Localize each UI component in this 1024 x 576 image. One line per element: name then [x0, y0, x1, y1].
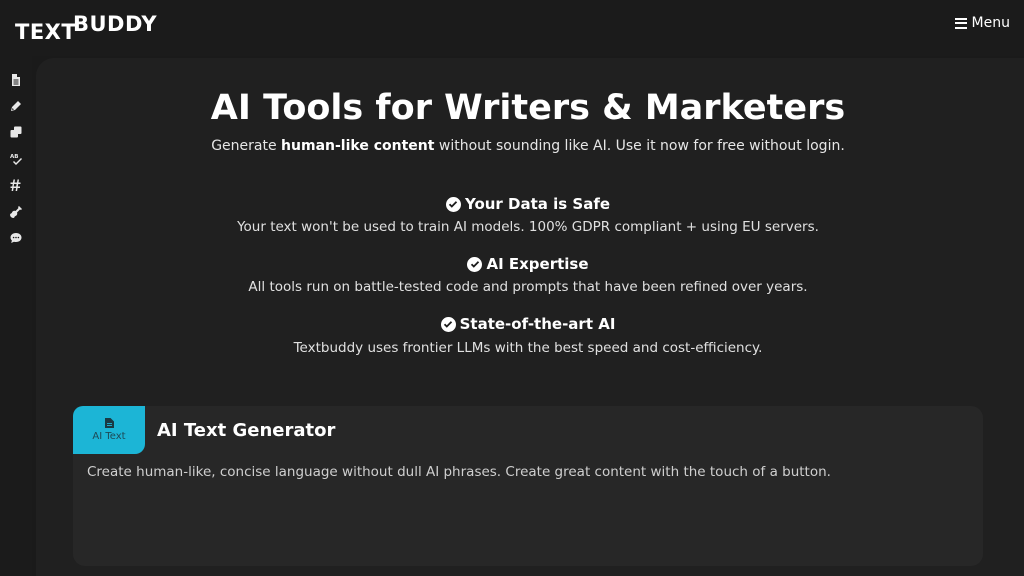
feature-heading-state-of-the-art: State-of-the-art AI: [0, 315, 1024, 333]
logo-text-part2: BUDDY: [73, 12, 158, 36]
ai-text-generator-card[interactable]: AI Text AI Text Generator Create human-l…: [73, 406, 983, 566]
document-icon[interactable]: [9, 73, 23, 87]
check-circle-icon: [445, 196, 461, 212]
subtitle-suffix: without sounding like AI. Use it now for…: [434, 138, 845, 154]
logo-text-part1: TEXT: [15, 20, 77, 44]
hero-subtitle: Generate human-like content without soun…: [0, 138, 1024, 154]
hashtag-icon[interactable]: [9, 178, 23, 192]
feature-text: All tools run on battle-tested code and …: [248, 279, 808, 295]
page-title: AI Tools for Writers & Marketers: [210, 88, 846, 128]
ai-text-badge[interactable]: AI Text: [73, 406, 145, 454]
subtitle-bold: human-like content: [281, 138, 435, 154]
feature-title: State-of-the-art AI: [459, 315, 616, 333]
card-title[interactable]: AI Text Generator: [157, 420, 335, 441]
menu-label: Menu: [971, 15, 1010, 31]
feature-title: Your Data is Safe: [464, 195, 611, 213]
badge-label: AI Text: [92, 431, 126, 442]
top-bar: TEXT BUDDY Menu: [0, 0, 1024, 56]
spellcheck-icon[interactable]: AB: [9, 152, 23, 166]
subtitle-prefix: Generate: [211, 138, 282, 154]
hamburger-icon: [954, 17, 967, 29]
feature-text: Your text won't be used to train AI mode…: [237, 219, 819, 235]
feature-heading-ai-expertise: AI Expertise: [0, 255, 1024, 273]
menu-button[interactable]: Menu: [954, 15, 1010, 31]
feature-heading-data-safe: Your Data is Safe: [0, 195, 1024, 213]
feature-title: AI Expertise: [486, 255, 589, 273]
check-circle-icon: [440, 316, 456, 332]
svg-text:AB: AB: [10, 154, 18, 160]
card-description: Create human-like, concise language with…: [87, 464, 831, 480]
check-circle-icon: [467, 256, 483, 272]
document-icon: [104, 418, 114, 428]
feature-text: Textbuddy uses frontier LLMs with the be…: [293, 340, 763, 356]
